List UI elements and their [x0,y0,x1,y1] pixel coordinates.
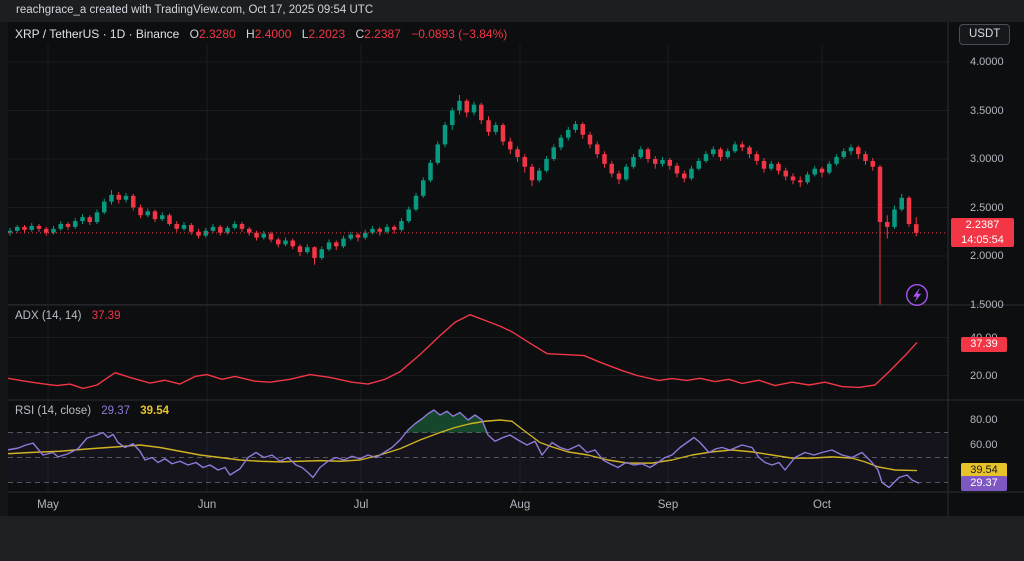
rsi-title[interactable]: RSI (14, close) [15,405,91,417]
month-label-may: May [37,499,59,511]
lightning-icon [905,283,929,307]
rsi-value: 29.37 [101,405,130,417]
bar-countdown: 14:05:54 [951,233,1014,248]
left-margin [0,22,8,516]
boost-button[interactable] [905,283,929,307]
month-label-oct: Oct [813,499,831,511]
month-label-sep: Sep [658,499,678,511]
attribution-bar: reachgrace_a created with TradingView.co… [0,0,1024,22]
rsi-tick-label: 80.00 [970,414,998,426]
footer-bar: TradingView [0,516,1024,561]
month-label-jun: Jun [198,499,217,511]
close-label: C [355,27,364,41]
price-tick-label: 2.0000 [970,250,1004,262]
rsi-axis-badge: 29.37 [961,476,1007,491]
close-value: 2.2387 [364,27,401,41]
rsi-legend: RSI (14, close) 29.37 39.54 [15,405,169,417]
price-tick-label: 1.5000 [970,299,1004,311]
low-value: 2.2023 [308,27,345,41]
month-label-jul: Jul [354,499,369,511]
adx-line [8,315,917,389]
currency-toggle-button[interactable]: USDT [959,24,1010,45]
chart-canvas[interactable] [0,0,1024,561]
rsi-ma-value: 39.54 [140,405,169,417]
last-price-value: 2.2387 [951,218,1014,233]
adx-value: 37.39 [92,310,121,322]
rsi-tick-label: 60.00 [970,439,998,451]
price-tick-label: 4.0000 [970,56,1004,68]
price-tick-label: 3.5000 [970,105,1004,117]
candlestick-series [8,95,919,305]
high-value: 2.4000 [255,27,292,41]
adx-axis-badge: 37.39 [961,337,1007,352]
open-label: O [190,27,199,41]
adx-legend: ADX (14, 14) 37.39 [15,310,120,322]
price-tick-label: 2.5000 [970,202,1004,214]
tradingview-chart-page: reachgrace_a created with TradingView.co… [0,0,1024,561]
high-label: H [246,27,255,41]
last-price-badge: 2.2387 14:05:54 [951,218,1014,247]
attribution-text: reachgrace_a created with TradingView.co… [16,4,373,16]
change-value: −0.0893 (−3.84%) [411,27,507,41]
adx-tick-label: 20.00 [970,370,998,382]
price-tick-label: 3.0000 [970,153,1004,165]
month-label-aug: Aug [510,499,530,511]
open-value: 2.3280 [199,27,236,41]
symbol-title[interactable]: XRP / TetherUS · 1D · Binance [15,27,179,41]
symbol-legend: XRP / TetherUS · 1D · Binance O2.3280 H2… [15,27,507,41]
adx-title[interactable]: ADX (14, 14) [15,310,81,322]
